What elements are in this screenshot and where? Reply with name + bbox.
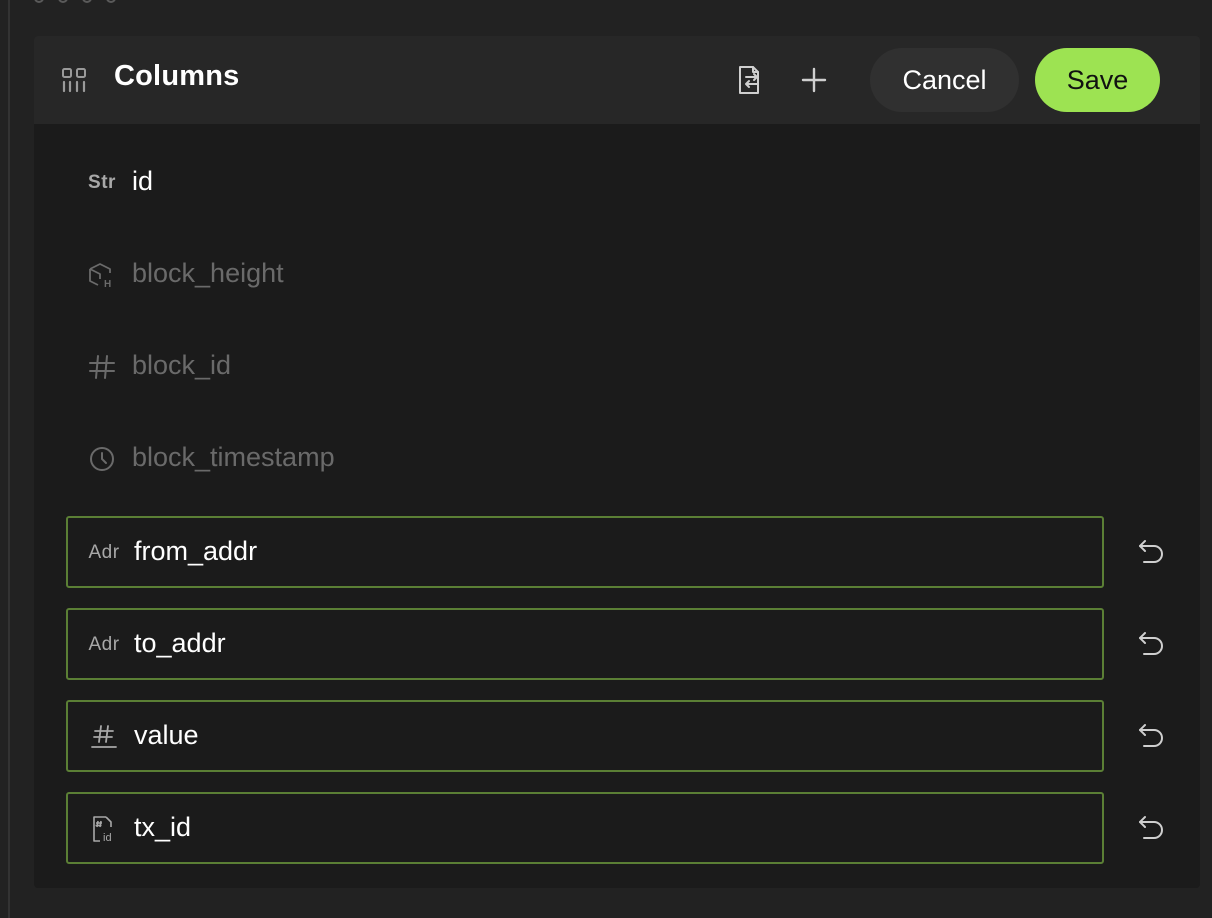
toolbar-partial [34,0,116,6]
svg-text:id: id [103,832,112,843]
number-type-icon [91,725,117,748]
tx-id-icon: id [93,816,112,843]
columns-icon [62,68,86,93]
svg-text:H: H [104,279,111,289]
undo-icon[interactable] [1132,718,1168,754]
undo-icon[interactable] [1132,810,1168,846]
circle-icon[interactable] [58,0,68,3]
save-button[interactable]: Save [1035,48,1160,112]
plus-icon[interactable] [796,62,832,98]
circle-icon[interactable] [82,0,92,3]
columns-panel: Columns Cancel Save Str id H block_heigh… [34,36,1200,888]
cancel-button[interactable]: Cancel [870,48,1019,112]
column-name: block_timestamp [132,442,335,472]
panel-title: Columns [114,60,240,92]
column-row-from-addr[interactable]: Adr from_addr [66,516,1104,588]
column-name: block_id [132,350,232,380]
hash-icon [89,355,115,379]
clock-icon [90,447,114,471]
column-name: id [132,166,154,196]
column-row-block-id[interactable]: block_id [66,332,1104,404]
column-name[interactable]: tx_id [134,812,191,843]
undo-icon[interactable] [1132,626,1168,662]
column-row-value[interactable]: value [66,700,1104,772]
column-row-block-timestamp[interactable]: block_timestamp [66,424,1104,496]
left-divider [8,0,10,918]
column-name[interactable]: value [134,720,199,751]
address-type-icon: Adr [88,634,120,655]
block-height-icon: H [89,263,111,289]
column-row-tx-id[interactable]: id tx_id [66,792,1104,864]
column-row-id[interactable]: Str id [66,148,1104,220]
column-name[interactable]: from_addr [134,536,257,567]
circle-icon[interactable] [34,0,44,3]
address-type-icon: Adr [88,542,120,563]
panel-header: Columns Cancel Save [34,36,1200,124]
column-name: block_height [132,258,284,288]
column-row-block-height[interactable]: H block_height [66,240,1104,312]
string-type-icon: Str [88,172,116,193]
file-import-icon[interactable] [731,62,767,98]
page: Columns Cancel Save Str id H block_heigh… [0,0,1212,918]
puzzle-icon[interactable] [106,0,116,3]
column-name[interactable]: to_addr [134,628,226,659]
undo-icon[interactable] [1132,534,1168,570]
column-row-to-addr[interactable]: Adr to_addr [66,608,1104,680]
